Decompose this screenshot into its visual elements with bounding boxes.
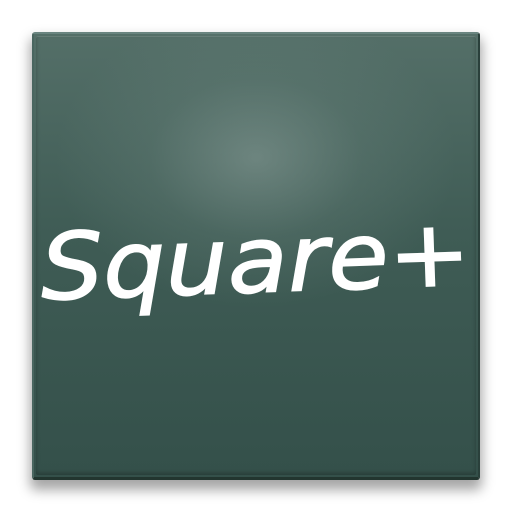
app-icon: Square+: [0, 0, 512, 512]
title-layer: Square+: [38, 199, 473, 322]
app-title: Square+: [39, 200, 472, 322]
